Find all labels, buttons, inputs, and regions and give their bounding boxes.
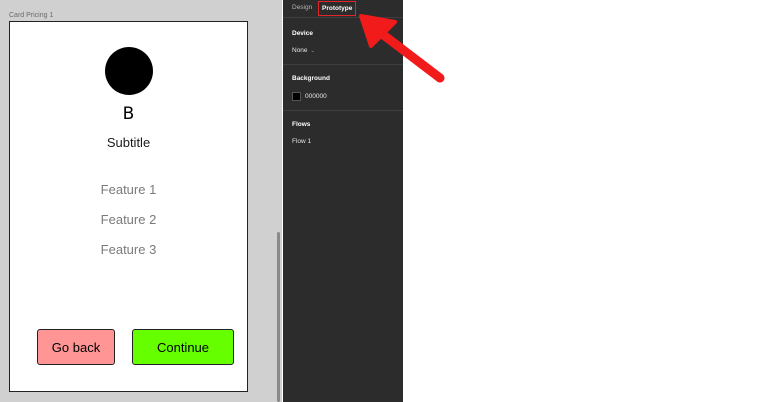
- background-color-value[interactable]: 000000: [305, 93, 327, 100]
- background-section-title: Background: [292, 75, 330, 82]
- card-title: B: [122, 104, 135, 124]
- card-subtitle: Subtitle: [106, 135, 151, 150]
- flows-section-title: Flows: [292, 121, 311, 128]
- feature-item: Feature 1: [100, 182, 157, 197]
- canvas-scrollbar[interactable]: [277, 232, 280, 402]
- device-section-title: Device: [292, 30, 313, 37]
- frame-label[interactable]: Card Pricing 1: [9, 12, 53, 19]
- background-color-swatch[interactable]: [292, 92, 301, 101]
- device-value: None: [292, 47, 308, 54]
- canvas[interactable]: Card Pricing 1 B Subtitle Feature 1 Feat…: [0, 0, 282, 402]
- tab-prototype[interactable]: Prototype: [318, 1, 357, 16]
- card-frame[interactable]: B Subtitle Feature 1 Feature 2 Feature 3…: [9, 21, 248, 392]
- chevron-down-icon: ⌄: [310, 48, 315, 54]
- flow-item[interactable]: Flow 1: [292, 138, 311, 145]
- divider: [283, 110, 403, 111]
- tab-design[interactable]: Design: [292, 4, 312, 11]
- go-back-button[interactable]: Go back: [37, 329, 115, 365]
- feature-item: Feature 2: [100, 212, 157, 227]
- red-arrow-icon: [359, 14, 445, 83]
- device-select[interactable]: None ⌄: [292, 47, 315, 54]
- continue-button[interactable]: Continue: [132, 329, 234, 365]
- avatar: [105, 47, 153, 95]
- feature-item: Feature 3: [100, 242, 157, 257]
